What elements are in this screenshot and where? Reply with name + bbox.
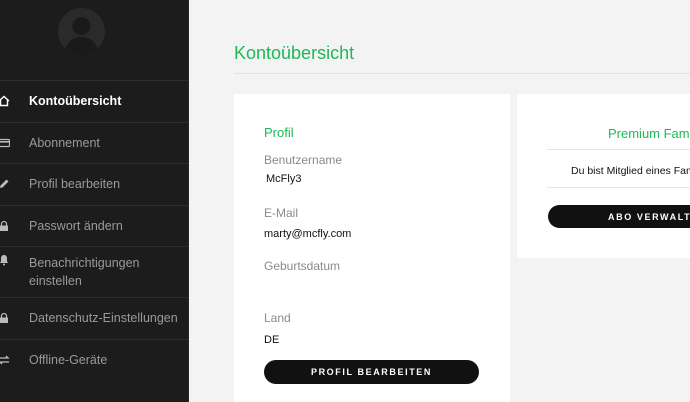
sidebar-item-profil-bearbeiten[interactable]: Profil bearbeiten <box>0 163 189 205</box>
username-value: McFly3 <box>266 173 302 185</box>
sync-icon <box>0 354 10 366</box>
sidebar-item-label: Passwort ändern <box>29 218 123 233</box>
premium-text: Du bist Mitglied eines Fam <box>571 165 690 177</box>
sidebar-item-kontouebersicht[interactable]: Kontoübersicht <box>0 80 189 122</box>
sidebar-item-passwort-aendern[interactable]: Passwort ändern <box>0 204 189 247</box>
email-value: marty@mcfly.com <box>264 228 352 240</box>
divider <box>234 73 690 74</box>
profile-title: Profil <box>264 125 294 140</box>
sidebar-item-datenschutz[interactable]: Datenschutz-Einstellungen <box>0 297 189 339</box>
sidebar-item-abonnement[interactable]: Abonnement <box>0 121 189 164</box>
lock-icon <box>0 312 10 324</box>
country-value: DE <box>264 334 280 346</box>
divider <box>547 187 690 188</box>
premium-title: Premium Fami <box>608 126 690 141</box>
edit-profile-button[interactable]: PROFIL BEARBEITEN <box>264 360 479 384</box>
sidebar: Kontoübersicht Abonnement Profil bearbei… <box>0 0 189 402</box>
username-label: Benutzername <box>264 153 343 167</box>
email-label: E-Mail <box>264 206 299 220</box>
pencil-icon <box>0 178 10 190</box>
user-silhouette-icon <box>64 17 99 55</box>
sidebar-item-benachrichtigungen[interactable]: Benachrichtigungen einstellen <box>0 246 189 297</box>
sidebar-item-label: Profil bearbeiten <box>29 177 121 192</box>
sidebar-item-offline-geraete[interactable]: Offline-Geräte <box>0 338 189 381</box>
card-icon <box>0 137 10 149</box>
sidebar-item-label: Offline-Geräte <box>29 352 108 367</box>
birthdate-label: Geburtsdatum <box>264 259 341 273</box>
profile-card: Profil Benutzername McFly3 E-Mail marty@… <box>234 94 510 402</box>
home-icon <box>0 95 10 107</box>
manage-subscription-button[interactable]: ABO VERWALTE <box>548 205 690 228</box>
sidebar-item-label: Kontoübersicht <box>29 94 122 109</box>
sidebar-item-label: Benachrichtigungen einstellen <box>29 256 140 288</box>
bell-icon <box>0 254 10 266</box>
page-title: Kontoübersicht <box>234 43 355 63</box>
sidebar-nav: Kontoübersicht Abonnement Profil bearbei… <box>0 80 189 380</box>
lock-icon <box>0 220 10 232</box>
country-label: Land <box>264 311 291 325</box>
avatar[interactable] <box>58 8 105 55</box>
divider <box>547 149 690 150</box>
sidebar-item-label: Abonnement <box>29 135 100 150</box>
premium-card: Premium Fami Du bist Mitglied eines Fam … <box>517 94 690 258</box>
sidebar-item-label: Datenschutz-Einstellungen <box>29 311 178 326</box>
